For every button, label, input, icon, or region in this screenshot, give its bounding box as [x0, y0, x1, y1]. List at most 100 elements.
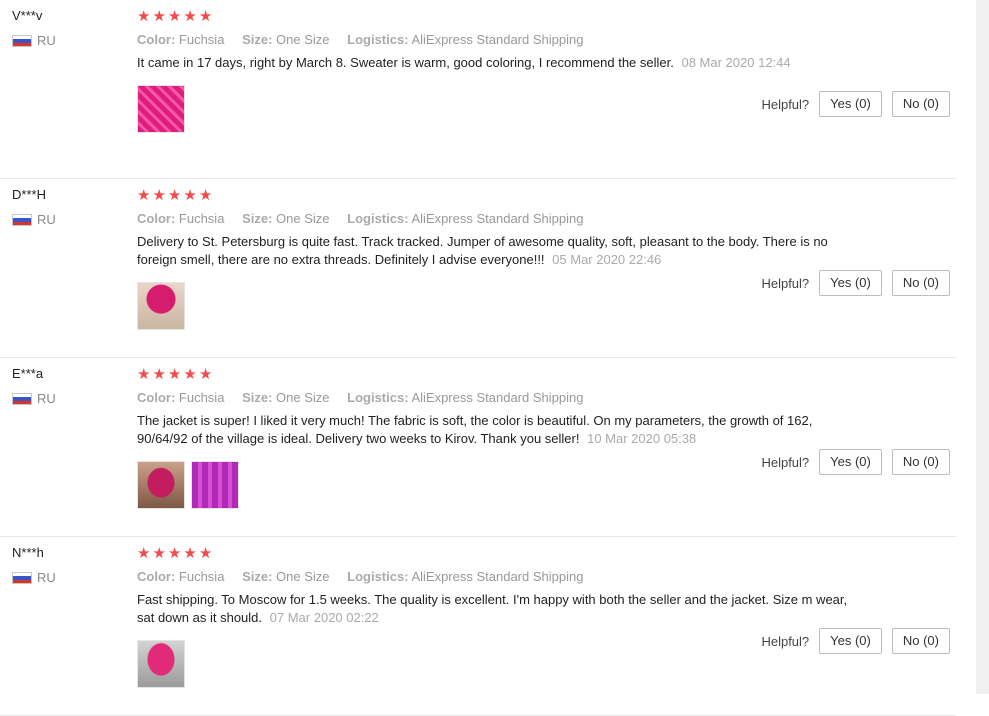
- review-item: V***v RU ★ ★ ★ ★ ★ Color: Fuchsia Size: One …: [0, 0, 956, 179]
- reviewer-name: N***h: [12, 545, 44, 560]
- review-item: D***H RU ★ ★ ★ ★ ★ Color: Fuchsia Size: One …: [0, 179, 956, 358]
- star-icon: ★: [152, 187, 166, 204]
- logistics-value: AliExpress Standard Shipping: [411, 390, 584, 405]
- review-content: ★ ★ ★ ★ ★ Color: Fuchsia Size: One Size Logi…: [137, 8, 857, 133]
- star-rating: ★ ★ ★ ★ ★: [137, 187, 857, 205]
- product-attributes: Color: Fuchsia Size: One Size Logistics:…: [137, 569, 857, 584]
- logistics-value: AliExpress Standard Shipping: [411, 211, 584, 226]
- star-icon: ★: [152, 8, 166, 25]
- russia-flag-icon: [12, 571, 32, 584]
- helpful-label: Helpful?: [761, 454, 810, 470]
- review-item: N***h RU ★ ★ ★ ★ ★ Color: Fuchsia Size: One …: [0, 537, 956, 716]
- helpful-label: Helpful?: [761, 275, 810, 291]
- review-text: It came in 17 days, right by March 8. Sw…: [137, 54, 857, 72]
- star-rating: ★ ★ ★ ★ ★: [137, 366, 857, 384]
- helpful-no-button[interactable]: No (0): [891, 91, 950, 117]
- reviewer-country: RU: [12, 33, 122, 48]
- star-icon: ★: [198, 545, 213, 562]
- logistics-label: Logistics:: [347, 32, 409, 47]
- star-icon: ★: [198, 8, 213, 25]
- size-value: One Size: [276, 32, 330, 47]
- review-text: The jacket is super! I liked it very muc…: [137, 412, 857, 448]
- review-body: Fast shipping. To Moscow for 1.5 weeks. …: [137, 592, 848, 625]
- color-value: Fuchsia: [178, 569, 225, 584]
- review-photo-thumbnail[interactable]: [137, 461, 185, 509]
- review-photo-thumbnail[interactable]: [137, 85, 185, 133]
- review-body: The jacket is super! I liked it very muc…: [137, 413, 813, 446]
- color-label: Color:: [137, 32, 176, 47]
- reviewer-info: N***h RU: [12, 545, 122, 585]
- review-photo-thumbnail[interactable]: [137, 640, 185, 688]
- reviewer-info: V***v RU: [12, 8, 122, 48]
- russia-flag-icon: [12, 392, 32, 405]
- helpful-votes: Helpful? Yes (0) No (0): [761, 270, 950, 296]
- product-attributes: Color: Fuchsia Size: One Size Logistics:…: [137, 390, 857, 405]
- helpful-yes-button[interactable]: Yes (0): [819, 270, 882, 296]
- review-photos: [137, 282, 857, 330]
- star-icon: ★: [198, 187, 213, 204]
- star-rating: ★ ★ ★ ★ ★: [137, 545, 857, 563]
- size-label: Size:: [242, 569, 273, 584]
- star-icon: ★: [167, 8, 182, 25]
- star-icon: ★: [183, 545, 197, 562]
- russia-flag-icon: [12, 213, 32, 226]
- star-icon: ★: [167, 545, 182, 562]
- helpful-label: Helpful?: [761, 96, 810, 112]
- size-value: One Size: [276, 569, 330, 584]
- helpful-yes-button[interactable]: Yes (0): [819, 449, 882, 475]
- reviewer-name: E***a: [12, 366, 44, 381]
- review-item: E***a RU ★ ★ ★ ★ ★ Color: Fuchsia Size: One …: [0, 358, 956, 537]
- star-icon: ★: [167, 366, 182, 383]
- helpful-no-button[interactable]: No (0): [891, 449, 950, 475]
- product-attributes: Color: Fuchsia Size: One Size Logistics:…: [137, 32, 857, 47]
- color-label: Color:: [137, 569, 176, 584]
- review-content: ★ ★ ★ ★ ★ Color: Fuchsia Size: One Size Logi…: [137, 545, 857, 688]
- star-rating: ★ ★ ★ ★ ★: [137, 8, 857, 26]
- logistics-label: Logistics:: [347, 390, 409, 405]
- reviewer-name: D***H: [12, 187, 46, 202]
- review-date: 10 Mar 2020 05:38: [587, 431, 697, 446]
- review-text: Delivery to St. Petersburg is quite fast…: [137, 233, 857, 269]
- review-content: ★ ★ ★ ★ ★ Color: Fuchsia Size: One Size Logi…: [137, 187, 857, 330]
- vertical-scrollbar[interactable]: [976, 0, 989, 694]
- helpful-no-button[interactable]: No (0): [891, 628, 950, 654]
- country-code: RU: [37, 570, 56, 585]
- size-label: Size:: [242, 32, 273, 47]
- star-icon: ★: [137, 545, 151, 562]
- review-date: 07 Mar 2020 02:22: [269, 610, 379, 625]
- star-icon: ★: [152, 545, 166, 562]
- star-icon: ★: [198, 366, 213, 383]
- reviewer-info: E***a RU: [12, 366, 122, 406]
- reviewer-name: V***v: [12, 8, 43, 23]
- reviewer-country: RU: [12, 570, 122, 585]
- color-label: Color:: [137, 390, 176, 405]
- review-date: 05 Mar 2020 22:46: [552, 252, 662, 267]
- product-attributes: Color: Fuchsia Size: One Size Logistics:…: [137, 211, 857, 226]
- review-content: ★ ★ ★ ★ ★ Color: Fuchsia Size: One Size Logi…: [137, 366, 857, 509]
- star-icon: ★: [167, 187, 182, 204]
- logistics-label: Logistics:: [347, 569, 409, 584]
- review-photos: [137, 461, 857, 509]
- color-label: Color:: [137, 211, 176, 226]
- review-photo-thumbnail[interactable]: [137, 282, 185, 330]
- reviewer-info: D***H RU: [12, 187, 122, 227]
- review-photos: [137, 640, 857, 688]
- helpful-no-button[interactable]: No (0): [891, 270, 950, 296]
- star-icon: ★: [183, 187, 197, 204]
- star-icon: ★: [137, 187, 151, 204]
- star-icon: ★: [183, 8, 197, 25]
- logistics-label: Logistics:: [347, 211, 409, 226]
- review-date: 08 Mar 2020 12:44: [681, 55, 791, 70]
- logistics-value: AliExpress Standard Shipping: [411, 569, 584, 584]
- helpful-yes-button[interactable]: Yes (0): [819, 628, 882, 654]
- review-photos: [137, 85, 857, 133]
- review-body: It came in 17 days, right by March 8. Sw…: [137, 55, 674, 70]
- color-value: Fuchsia: [178, 211, 225, 226]
- country-code: RU: [37, 391, 56, 406]
- helpful-yes-button[interactable]: Yes (0): [819, 91, 882, 117]
- star-icon: ★: [152, 366, 166, 383]
- country-code: RU: [37, 212, 56, 227]
- review-body: Delivery to St. Petersburg is quite fast…: [137, 234, 828, 267]
- star-icon: ★: [137, 366, 151, 383]
- review-photo-thumbnail[interactable]: [191, 461, 239, 509]
